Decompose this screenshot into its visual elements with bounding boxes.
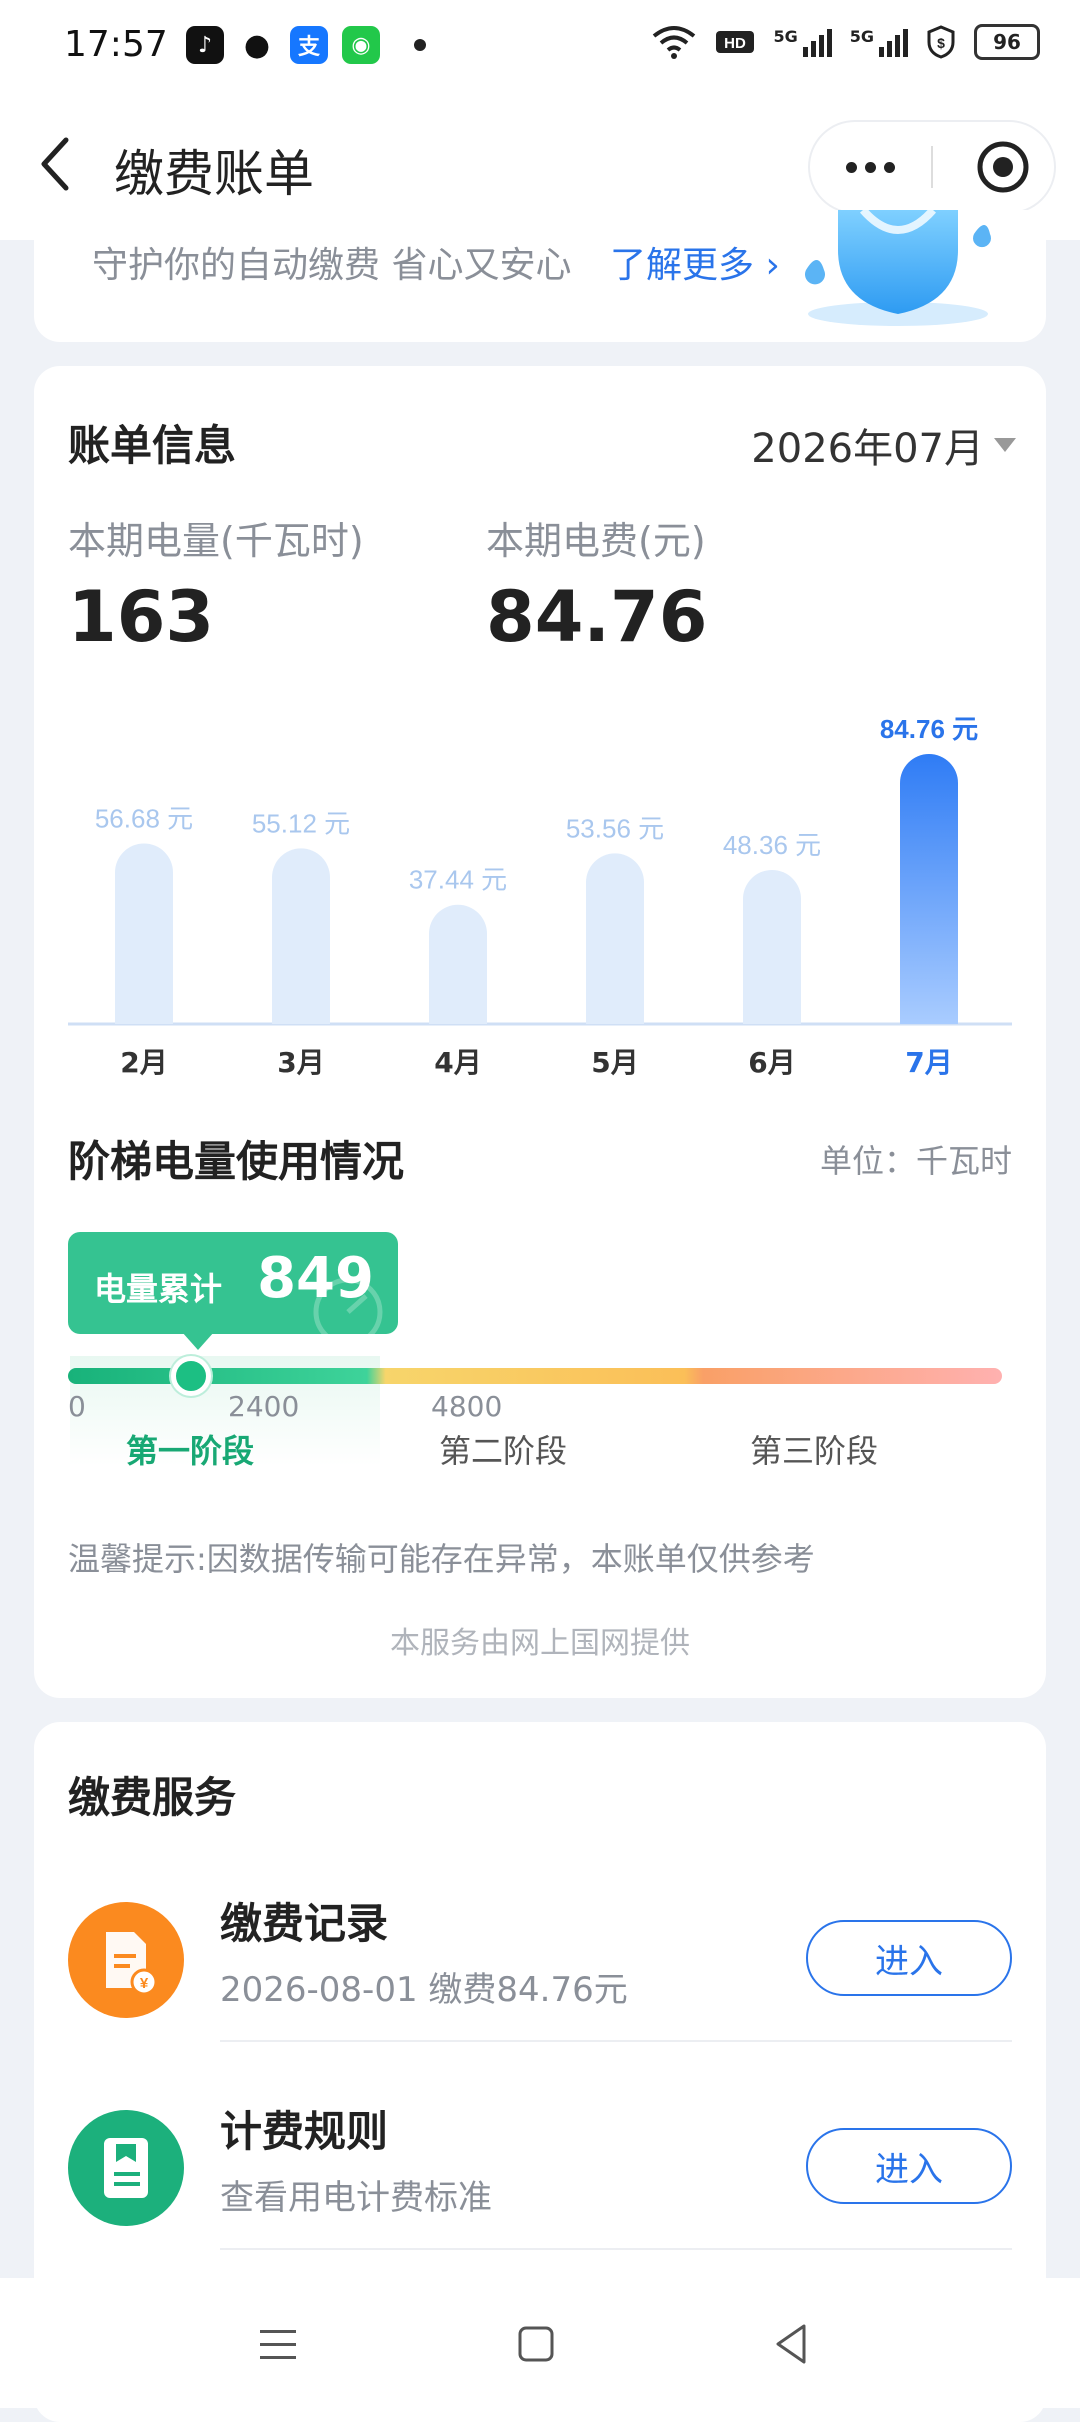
- service-provider-note: 本服务由网上国网提供: [390, 1626, 690, 1661]
- alipay-icon: 支: [290, 26, 328, 64]
- category-label: 2月: [120, 1046, 167, 1079]
- month-selector[interactable]: 2026年07月: [751, 416, 1016, 474]
- promo-text: 守护你的自动缴费 省心又安心: [92, 245, 572, 286]
- close-target-icon[interactable]: [976, 140, 1030, 194]
- learn-more-link[interactable]: 了解更多 ›: [610, 236, 780, 288]
- status-app-icons: ♪ ● 支 ◉: [186, 26, 426, 64]
- payment-services-title: 缴费服务: [68, 1773, 237, 1822]
- home-icon[interactable]: [506, 2314, 566, 2374]
- chevron-right-icon: ›: [765, 245, 780, 286]
- tooltip-pointer: [182, 1332, 214, 1350]
- fee-value: 84.76: [486, 576, 708, 658]
- bar-2月[interactable]: [115, 843, 173, 1024]
- svg-text:¥: ¥: [140, 1975, 149, 1992]
- menu-icon[interactable]: [248, 2314, 308, 2374]
- divider: [220, 2248, 1012, 2250]
- category-label: 6月: [748, 1046, 795, 1079]
- back-icon[interactable]: [762, 2314, 822, 2374]
- category-label: 4月: [434, 1046, 481, 1079]
- learn-more-label: 了解更多: [610, 245, 755, 286]
- capsule-divider: [931, 146, 933, 188]
- energy-label: 本期电量(千瓦时): [68, 519, 364, 563]
- service-name: 计费规则: [220, 2107, 389, 2156]
- dropdown-arrow-icon: [994, 438, 1016, 452]
- service-item-billing-rules[interactable]: 计费规则 查看用电计费标准 进入: [34, 2070, 1046, 2270]
- bar-5月[interactable]: [586, 853, 644, 1024]
- service-desc: 查看用电计费标准: [220, 2178, 492, 2218]
- svg-text:HD: HD: [725, 35, 747, 52]
- tiktok-icon: ♪: [186, 26, 224, 64]
- tier-stage-1: 第一阶段: [125, 1432, 254, 1470]
- more-options-button[interactable]: [810, 122, 930, 212]
- enter-billing-rules-button[interactable]: 进入: [806, 2128, 1012, 2204]
- notification-dot-icon: [414, 39, 426, 51]
- more-dots-icon: [845, 161, 857, 173]
- tier-tick-0: 0: [68, 1390, 86, 1423]
- hd-icon: HD: [716, 31, 755, 53]
- cumulative-usage-label: 电量累计: [94, 1270, 223, 1308]
- month-selector-value: 2026年07月: [751, 426, 984, 472]
- status-indicators: HD 5G 5G $ 96: [651, 24, 1040, 60]
- service-item-payment-record[interactable]: ¥ 缴费记录 2026-08-01 缴费84.76元 进入: [34, 1862, 1046, 2062]
- bar-7月[interactable]: [900, 754, 958, 1024]
- payment-record-icon: ¥: [68, 1902, 184, 2018]
- wifi-icon: [653, 26, 696, 59]
- bar-value-label: 56.68 元: [95, 803, 193, 833]
- more-dots-icon: [883, 161, 895, 173]
- tier-stage-3: 第三阶段: [749, 1432, 878, 1470]
- bar-4月[interactable]: [429, 904, 487, 1024]
- status-time: 17:57: [64, 24, 168, 65]
- bar-3月[interactable]: [272, 848, 330, 1024]
- bar-value-label: 37.44 元: [409, 865, 507, 895]
- app-icon: ◉: [342, 26, 380, 64]
- battery-icon: 96: [974, 24, 1040, 60]
- signal-icon: 5G: [773, 27, 832, 57]
- bar-6月[interactable]: [743, 869, 801, 1024]
- billing-rules-icon: [68, 2110, 184, 2226]
- bar-value-label: 84.76 元: [880, 714, 978, 744]
- svg-text:$: $: [937, 35, 945, 51]
- service-name: 缴费记录: [220, 1899, 389, 1948]
- category-label: 3月: [277, 1046, 324, 1079]
- status-bar: 17:57 ♪ ● 支 ◉ HD 5G 5G $ 96: [0, 0, 1080, 96]
- disclaimer-notice: 温馨提示:因数据传输可能存在异常，本账单仅供参考: [68, 1540, 815, 1578]
- bill-info-card: 账单信息 2026年07月 本期电量(千瓦时) 163 本期电费(元) 84.7…: [34, 366, 1046, 1698]
- bar-value-label: 48.36 元: [723, 830, 821, 860]
- cumulative-usage-value: 849: [257, 1246, 374, 1311]
- tier-progress-marker: [171, 1356, 212, 1396]
- category-label: 5月: [591, 1046, 638, 1079]
- back-arrow-icon[interactable]: [32, 134, 80, 194]
- tier-unit: 单位：千瓦时: [819, 1142, 1012, 1180]
- signal-icon: 5G: [850, 27, 908, 57]
- tier-usage-title: 阶梯电量使用情况: [68, 1137, 405, 1186]
- wechat-icon: ●: [238, 26, 276, 64]
- mini-program-capsule: [808, 120, 1056, 214]
- more-dots-icon: [864, 161, 876, 173]
- cumulative-usage-tooltip: 电量累计 849: [68, 1232, 398, 1334]
- tier-tick-4800: 4800: [431, 1390, 503, 1423]
- tier-stage-2: 第二阶段: [438, 1432, 567, 1470]
- page-title: 缴费账单: [114, 145, 314, 203]
- enter-payment-record-button[interactable]: 进入: [806, 1920, 1012, 1996]
- bar-value-label: 53.56 元: [566, 813, 664, 843]
- network-type: 5G: [773, 27, 798, 46]
- bar-value-label: 55.12 元: [252, 808, 350, 838]
- divider: [220, 2040, 1012, 2042]
- network-type: 5G: [849, 27, 874, 46]
- energy-value: 163: [68, 576, 215, 658]
- category-label: 7月: [905, 1046, 952, 1079]
- auto-pay-promo-card: 守护你的自动缴费 省心又安心 了解更多 ›: [34, 210, 1046, 342]
- tier-tick-2400: 2400: [228, 1390, 300, 1423]
- shield-illustration-icon: [805, 210, 991, 326]
- shield-icon: $: [927, 25, 955, 59]
- system-navigation-bar: [0, 2278, 1080, 2408]
- monthly-fee-bar-chart: 56.68 元 2月 55.12 元 3月 37.44 元 4月 53.56 元 5月 48.3…: [68, 714, 1012, 1079]
- fee-label: 本期电费(元): [486, 519, 706, 563]
- service-desc: 2026-08-01 缴费84.76元: [220, 1970, 628, 2010]
- bill-info-title: 账单信息: [68, 421, 237, 470]
